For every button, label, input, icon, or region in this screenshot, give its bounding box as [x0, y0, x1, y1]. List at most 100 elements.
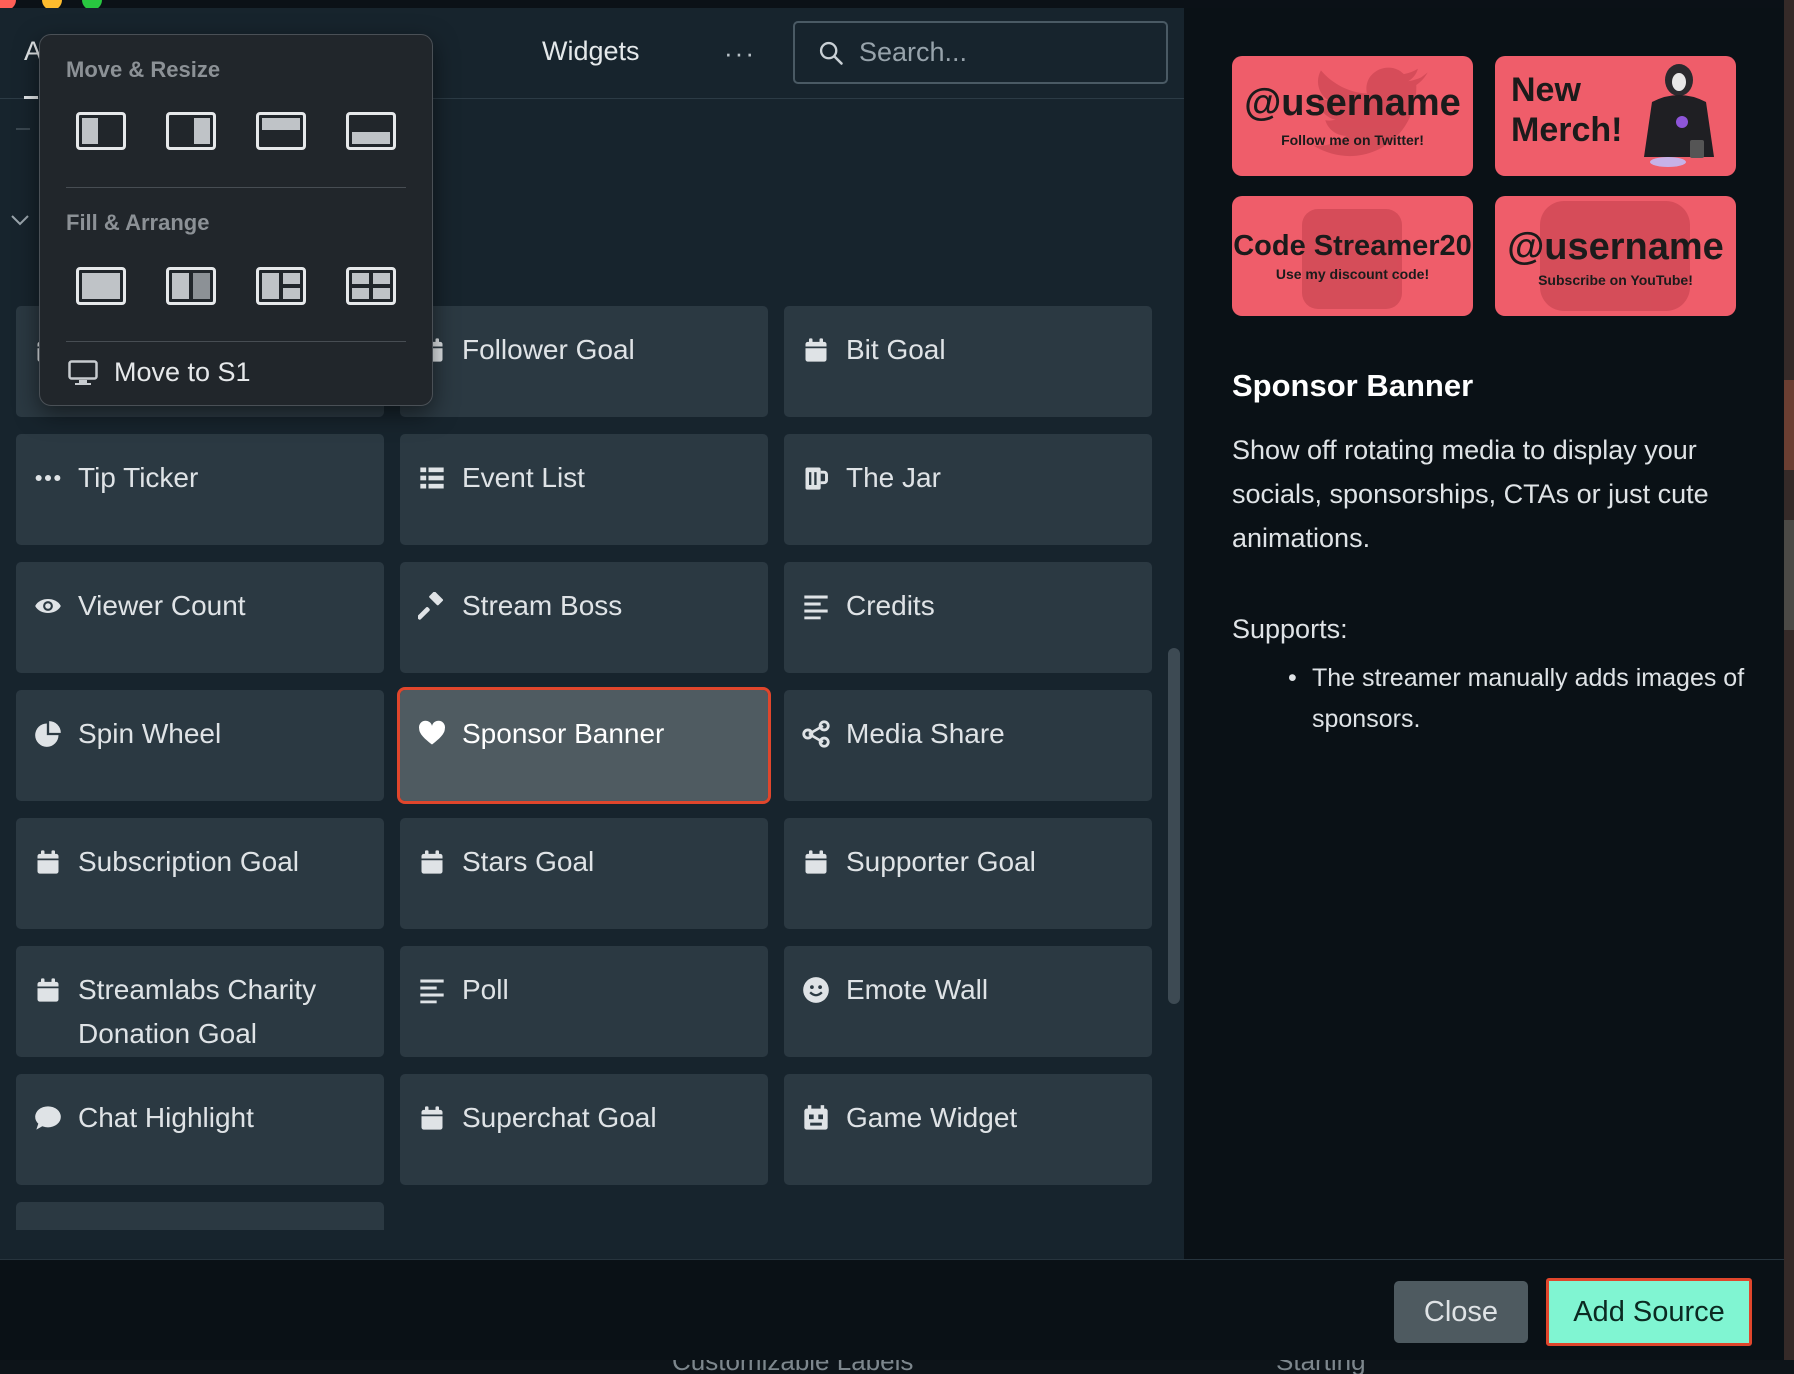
widget-card-streamlabs-charity-donation-goal[interactable]: Streamlabs Charity Donation Goal — [16, 946, 384, 1057]
preview-merch: New Merch! — [1495, 56, 1736, 176]
game-icon — [800, 1102, 832, 1134]
supports-label: Supports: — [1232, 614, 1348, 644]
widget-card-custom-widget[interactable]: Custom Widget — [16, 1202, 384, 1230]
widget-card-label: Bit Goal — [846, 334, 946, 365]
preview-code-text: Code Streamer20 — [1233, 230, 1472, 262]
calendar-icon — [416, 1102, 448, 1134]
widget-card-label: Game Widget — [846, 1102, 1018, 1133]
widget-card-follower-goal[interactable]: Follower Goal — [400, 306, 768, 417]
widget-card-bit-goal[interactable]: Bit Goal — [784, 306, 1152, 417]
widget-card-credits[interactable]: Credits — [784, 562, 1152, 673]
widget-card-label: Sponsor Banner — [462, 718, 665, 749]
scrollbar-thumb[interactable] — [1168, 648, 1180, 1004]
calendar-icon — [800, 334, 832, 366]
widget-card-viewer-count[interactable]: Viewer Count — [16, 562, 384, 673]
share-icon — [800, 718, 832, 750]
widget-card-stars-goal[interactable]: Stars Goal — [400, 818, 768, 929]
snap-bottom-half-button[interactable] — [346, 112, 396, 150]
widget-card-chat-highlight[interactable]: Chat Highlight — [16, 1074, 384, 1185]
search-icon — [819, 41, 843, 65]
widget-card-label: Viewer Count — [78, 590, 246, 621]
background-label: Starting — [1276, 1360, 1366, 1374]
menu-divider — [66, 341, 406, 342]
calendar-icon — [32, 846, 64, 878]
widget-card-label: Subscription Goal — [78, 846, 300, 877]
preview-youtube-caption: Subscribe on YouTube! — [1538, 272, 1693, 288]
tab-more[interactable]: ··· — [724, 38, 756, 69]
align-icon — [416, 974, 448, 1006]
ellipsis-icon — [32, 462, 64, 494]
calendar-icon — [800, 846, 832, 878]
arrange-three-panes-button[interactable] — [256, 267, 306, 305]
list-icon — [416, 462, 448, 494]
tab-widgets[interactable]: Widgets — [542, 36, 640, 67]
widget-card-the-jar[interactable]: The Jar — [784, 434, 1152, 545]
snap-top-half-button[interactable] — [256, 112, 306, 150]
fill-screen-button[interactable] — [76, 267, 126, 305]
widget-card-poll[interactable]: Poll — [400, 946, 768, 1057]
widget-card-label: Credits — [846, 590, 935, 621]
window-snap-menu: Move & Resize Fill & Arrange Move to S1 — [39, 34, 433, 406]
widget-detail-panel: @username Follow me on Twitter! New Merc… — [1184, 8, 1784, 1259]
preview-twitter-caption: Follow me on Twitter! — [1281, 132, 1424, 148]
widget-card-spin-wheel[interactable]: Spin Wheel — [16, 690, 384, 801]
widget-grid: Follower Goal Bit Goal Tip Ticker Event Lis… — [16, 306, 1152, 1230]
pie-icon — [32, 718, 64, 750]
widget-card-label: Streamlabs Charity Donation Goal — [78, 974, 317, 1049]
window-titlebar — [0, 0, 1794, 8]
widget-card-label: Stars Goal — [462, 846, 595, 877]
fill-arrange-options — [76, 267, 396, 305]
detail-title: Sponsor Banner — [1232, 368, 1474, 403]
move-resize-options — [76, 112, 396, 150]
chat-bubble-icon — [32, 1102, 64, 1134]
widget-card-label: Event List — [462, 462, 585, 493]
widget-card-label: Chat Highlight — [78, 1102, 254, 1133]
widget-card-game-widget[interactable]: Game Widget — [784, 1074, 1152, 1185]
calendar-icon — [416, 846, 448, 878]
align-icon — [800, 590, 832, 622]
add-source-button[interactable]: Add Source — [1546, 1278, 1752, 1346]
search-box[interactable] — [793, 21, 1168, 84]
widget-card-supporter-goal[interactable]: Supporter Goal — [784, 818, 1152, 929]
move-to-display-item[interactable]: Move to S1 — [68, 357, 251, 388]
widget-card-label: Poll — [462, 974, 509, 1005]
heart-icon — [416, 718, 448, 750]
widget-card-emote-wall[interactable]: Emote Wall — [784, 946, 1152, 1057]
preview-twitter-handle: @username — [1244, 82, 1461, 124]
search-input[interactable] — [859, 37, 1159, 68]
widget-card-label: Media Share — [846, 718, 1005, 749]
widget-card-stream-boss[interactable]: Stream Boss — [400, 562, 768, 673]
preview-code-caption: Use my discount code! — [1275, 266, 1430, 282]
widget-card-subscription-goal[interactable]: Subscription Goal — [16, 818, 384, 929]
widget-card-media-share[interactable]: Media Share — [784, 690, 1152, 801]
snap-right-half-button[interactable] — [166, 112, 216, 150]
detail-description: Show off rotating media to display your … — [1232, 435, 1709, 553]
widget-card-superchat-goal[interactable]: Superchat Goal — [400, 1074, 768, 1185]
arrange-four-panes-button[interactable] — [346, 267, 396, 305]
menu-divider — [66, 187, 406, 188]
move-to-display-label: Move to S1 — [114, 357, 251, 387]
widget-card-label: Tip Ticker — [78, 462, 199, 493]
preview-youtube: @username Subscribe on YouTube! — [1495, 196, 1736, 316]
close-button[interactable]: Close — [1394, 1281, 1528, 1343]
bullet-icon: • — [1288, 664, 1297, 692]
background-app-edge — [1784, 0, 1794, 1374]
widget-card-event-list[interactable]: Event List — [400, 434, 768, 545]
widget-card-label: Stream Boss — [462, 590, 623, 621]
preview-twitter: @username Follow me on Twitter! — [1232, 56, 1473, 176]
widget-card-label: Spin Wheel — [78, 718, 222, 749]
background-app-strip: Customizable Labels Starting — [0, 1360, 1794, 1374]
widget-card-label: Superchat Goal — [462, 1102, 657, 1133]
arrange-two-columns-button[interactable] — [166, 267, 216, 305]
widget-card-sponsor-banner[interactable]: Sponsor Banner — [397, 687, 771, 804]
smiley-icon — [800, 974, 832, 1006]
supports-item: The streamer manually adds images of spo… — [1312, 664, 1745, 733]
widget-card-tip-ticker[interactable]: Tip Ticker — [16, 434, 384, 545]
widget-card-label: The Jar — [846, 462, 941, 493]
snap-left-half-button[interactable] — [76, 112, 126, 150]
monitor-icon — [68, 359, 98, 385]
preview-merch-text: New Merch! — [1511, 71, 1623, 149]
dialog-footer: Close Add Source — [0, 1259, 1784, 1360]
hammer-icon — [416, 590, 448, 622]
preview-discount-code: Code Streamer20 Use my discount code! — [1232, 196, 1473, 316]
